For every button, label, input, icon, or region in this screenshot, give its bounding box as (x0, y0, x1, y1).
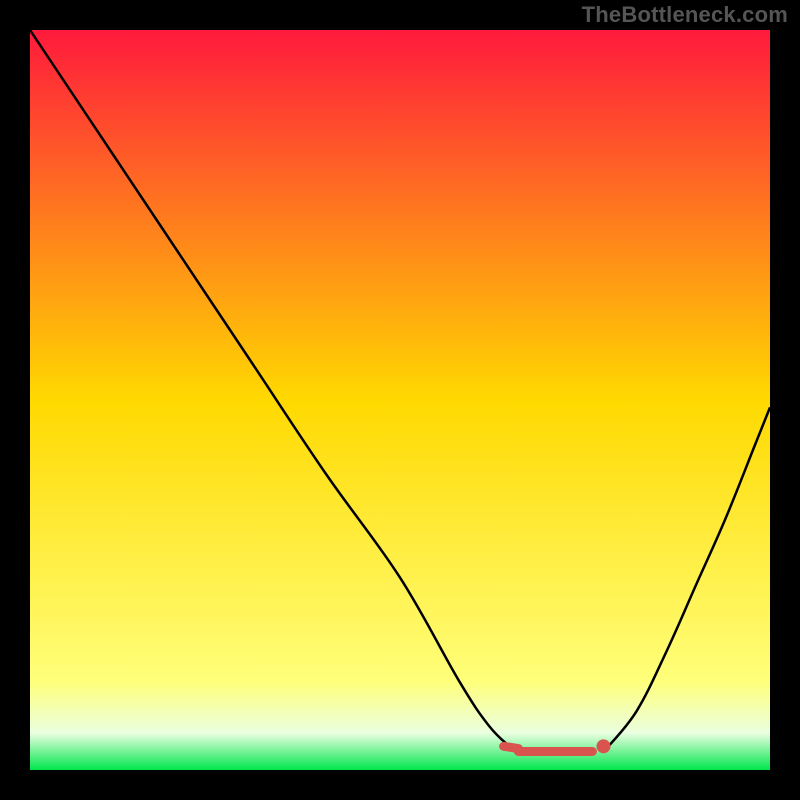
gradient-background (30, 30, 770, 770)
right-endpoint-dot (597, 739, 611, 753)
plot-frame (30, 30, 770, 770)
chart-container: TheBottleneck.com (0, 0, 800, 800)
plot-svg (30, 30, 770, 770)
watermark-text: TheBottleneck.com (582, 2, 788, 28)
